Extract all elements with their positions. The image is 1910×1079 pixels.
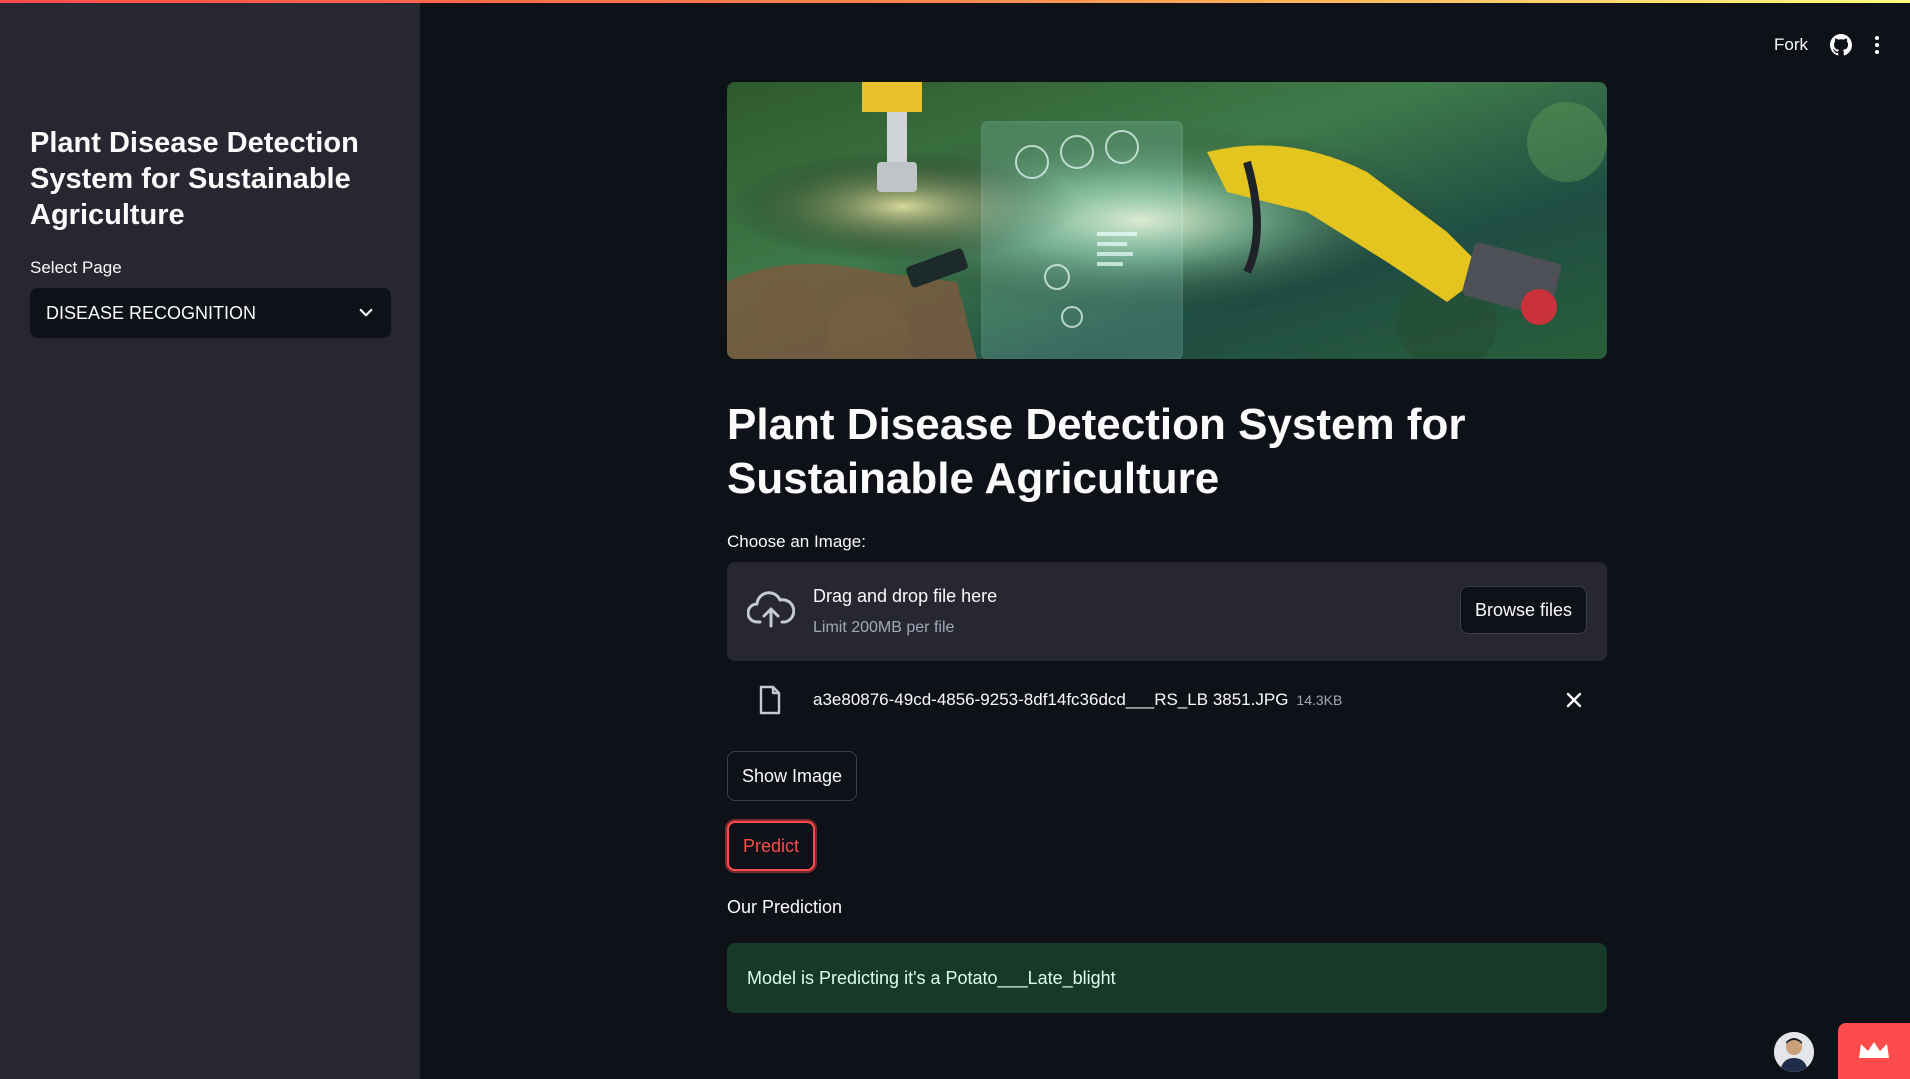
file-name-text: a3e80876-49cd-4856-9253-8df14fc36dcd___R… [813,690,1289,709]
page-select-value: DISEASE RECOGNITION [46,302,257,323]
dropzone-instructions: Drag and drop file here [813,586,998,606]
hero-illustration [727,82,1607,359]
file-dropzone[interactable]: Drag and drop file here Limit 200MB per … [727,562,1607,661]
uploaded-file-row: a3e80876-49cd-4856-9253-8df14fc36dcd___R… [727,680,1607,720]
streamlit-badge-button[interactable] [1838,1023,1910,1079]
github-icon[interactable] [1830,34,1852,56]
avatar[interactable] [1774,1032,1814,1072]
file-size: 14.3KB [1296,692,1343,708]
file-icon [759,685,781,715]
show-image-button[interactable]: Show Image [727,751,858,801]
select-page-label: Select Page [30,258,122,277]
top-decoration-stripe [0,0,1910,3]
header-toolbar: Fork [1774,30,1880,60]
choose-image-label: Choose an Image: [727,532,866,551]
page-title: Plant Disease Detection System for Susta… [727,400,1466,503]
predict-button[interactable]: Predict [727,821,816,871]
hero-image [727,82,1607,359]
avatar-image [1774,1032,1814,1072]
browse-files-button[interactable]: Browse files [1459,586,1587,634]
chevron-down-icon [359,308,373,317]
page-select[interactable]: DISEASE RECOGNITION [30,288,391,338]
cloud-upload-icon [747,591,795,628]
close-icon[interactable] [1565,691,1583,709]
crown-icon [1859,1042,1889,1058]
sidebar-title: Plant Disease Detection System for Susta… [30,127,359,231]
fork-link[interactable]: Fork [1774,35,1808,55]
prediction-label: Our Prediction [727,897,843,917]
dropzone-limit: Limit 200MB per file [813,619,955,636]
file-name: a3e80876-49cd-4856-9253-8df14fc36dcd___R… [813,690,1342,710]
kebab-menu-icon[interactable] [1874,35,1880,55]
sidebar: Plant Disease Detection System for Susta… [0,0,420,1079]
prediction-result: Model is Predicting it's a Potato___Late… [727,943,1607,1013]
